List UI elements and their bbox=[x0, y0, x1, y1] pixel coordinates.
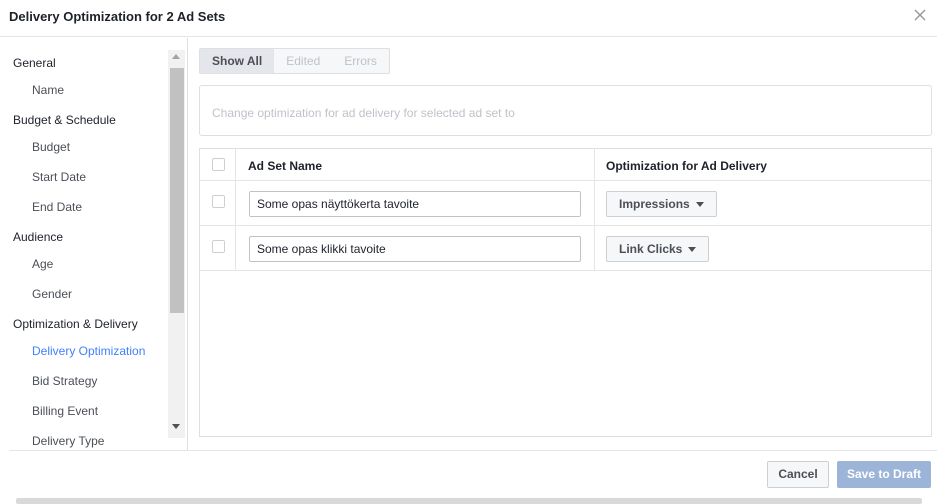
ad-set-table: Ad Set Name Optimization for Ad Delivery… bbox=[199, 148, 932, 437]
table-row: Impressions bbox=[200, 181, 931, 226]
filter-edited[interactable]: Edited bbox=[274, 49, 332, 73]
optimization-dropdown[interactable]: Link Clicks bbox=[606, 236, 710, 262]
row-checkbox[interactable] bbox=[212, 240, 225, 253]
sidebar-item-delivery-optimization[interactable]: Delivery Optimization bbox=[32, 344, 145, 358]
column-header-optimization: Optimization for Ad Delivery bbox=[606, 159, 767, 173]
sidebar-item-name[interactable]: Name bbox=[32, 83, 64, 97]
ad-set-name-input[interactable] bbox=[249, 191, 581, 217]
sidebar-item-budget[interactable]: Budget bbox=[32, 140, 70, 154]
sidebar-scroll-thumb[interactable] bbox=[170, 68, 184, 313]
horizontal-scrollbar[interactable] bbox=[16, 498, 922, 504]
sidebar-section-general[interactable]: General bbox=[13, 56, 56, 70]
scroll-up-arrow-icon[interactable] bbox=[172, 54, 180, 59]
footer-divider bbox=[9, 450, 937, 451]
column-header-ad-set-name: Ad Set Name bbox=[248, 159, 323, 173]
scroll-down-arrow-icon[interactable] bbox=[172, 424, 180, 429]
save-to-draft-button[interactable]: Save to Draft bbox=[837, 461, 931, 488]
caret-down-icon bbox=[695, 202, 704, 208]
caret-down-icon bbox=[688, 247, 697, 253]
select-all-checkbox[interactable] bbox=[212, 158, 225, 171]
table-row: Link Clicks bbox=[200, 226, 931, 271]
sidebar-section-budget-schedule[interactable]: Budget & Schedule bbox=[13, 113, 116, 127]
dialog-header: Delivery Optimization for 2 Ad Sets bbox=[0, 0, 937, 37]
filter-show-all[interactable]: Show All bbox=[200, 49, 275, 73]
filter-errors[interactable]: Errors bbox=[332, 49, 389, 73]
sidebar-item-gender[interactable]: Gender bbox=[32, 287, 72, 301]
optimization-dropdown[interactable]: Impressions bbox=[606, 191, 717, 217]
filter-segmented-control: Show All Edited Errors bbox=[199, 48, 390, 74]
optimization-dropdown-label: Link Clicks bbox=[619, 242, 683, 256]
row-checkbox[interactable] bbox=[212, 195, 225, 208]
sidebar-item-age[interactable]: Age bbox=[32, 257, 53, 271]
sidebar: General Name Budget & Schedule Budget St… bbox=[0, 38, 188, 450]
close-icon[interactable] bbox=[911, 6, 929, 24]
cancel-button[interactable]: Cancel bbox=[767, 461, 829, 488]
sidebar-item-bid-strategy[interactable]: Bid Strategy bbox=[32, 374, 97, 388]
bulk-optimization-box: Change optimization for ad delivery for … bbox=[199, 85, 932, 136]
sidebar-item-billing-event[interactable]: Billing Event bbox=[32, 404, 98, 418]
sidebar-item-start-date[interactable]: Start Date bbox=[32, 170, 86, 184]
table-header-row: Ad Set Name Optimization for Ad Delivery bbox=[200, 149, 931, 181]
sidebar-item-end-date[interactable]: End Date bbox=[32, 200, 82, 214]
sidebar-item-delivery-type[interactable]: Delivery Type bbox=[32, 434, 104, 448]
dialog-title: Delivery Optimization for 2 Ad Sets bbox=[9, 9, 226, 24]
sidebar-section-optimization-delivery[interactable]: Optimization & Delivery bbox=[13, 317, 138, 331]
sidebar-section-audience[interactable]: Audience bbox=[13, 230, 63, 244]
ad-set-name-input[interactable] bbox=[249, 236, 581, 262]
bulk-optimization-label: Change optimization for ad delivery for … bbox=[212, 106, 515, 120]
optimization-dropdown-label: Impressions bbox=[619, 197, 690, 211]
